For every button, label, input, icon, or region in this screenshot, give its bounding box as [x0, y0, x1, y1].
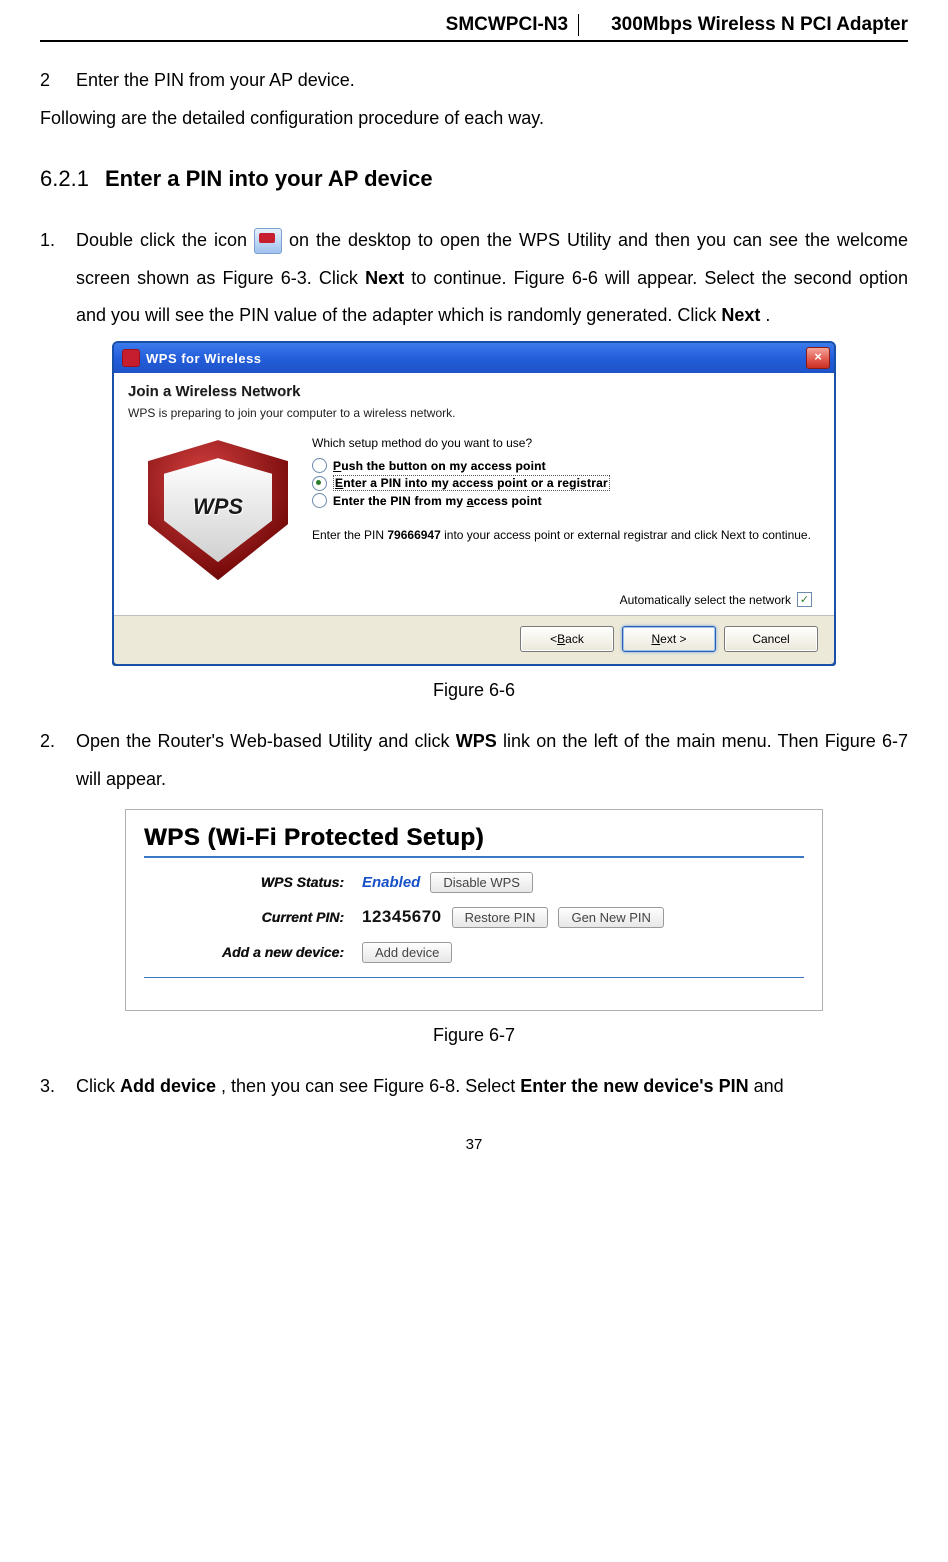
- wps-dialog: WPS for Wireless × Join a Wireless Netwo…: [112, 341, 836, 666]
- auto-select-network[interactable]: Automatically select the network ✓: [312, 592, 812, 607]
- disable-wps-button[interactable]: Disable WPS: [430, 872, 533, 893]
- step1-next1: Next: [365, 268, 404, 288]
- step-1-text: Double click the icon on the desktop to …: [76, 222, 908, 335]
- router-panel-title: WPS (Wi-Fi Protected Setup): [144, 824, 804, 852]
- dialog-button-bar: < Back Next > Cancel: [114, 616, 834, 664]
- intro-item-2-text: Enter the PIN from your AP device.: [76, 62, 908, 100]
- radio-enter-pin-into-ap[interactable]: Enter a PIN into my access point or a re…: [312, 475, 814, 491]
- step-3: 3. Click Add device , then you can see F…: [40, 1068, 908, 1106]
- gen-new-pin-button[interactable]: Gen New PIN: [558, 907, 663, 928]
- step1-frag-d: .: [765, 305, 770, 325]
- radio-from-ap-label: Enter the PIN from my access point: [333, 494, 542, 508]
- section-text: Enter a PIN into your AP device: [105, 156, 433, 202]
- dialog-app-icon: [122, 349, 140, 367]
- step-3-text: Click Add device , then you can see Figu…: [76, 1068, 908, 1106]
- radio-icon: [312, 493, 327, 508]
- step-2: 2. Open the Router's Web-based Utility a…: [40, 723, 908, 799]
- divider: [144, 977, 804, 978]
- router-wps-panel: WPS (Wi-Fi Protected Setup) WPS Status: …: [125, 809, 823, 1011]
- step3-frag-b: , then you can see Figure 6-8. Select: [221, 1076, 520, 1096]
- wps-status-label: WPS Status:: [144, 874, 362, 890]
- section-num: 6.2.1: [40, 156, 89, 202]
- figure-6-6-caption: Figure 6-6: [40, 680, 908, 701]
- wps-status-value: Enabled: [362, 874, 420, 891]
- section-title: 6.2.1 Enter a PIN into your AP device: [40, 156, 908, 202]
- current-pin-label: Current PIN:: [144, 909, 362, 925]
- cancel-button[interactable]: Cancel: [724, 626, 818, 652]
- step-1: 1. Double click the icon on the desktop …: [40, 222, 908, 335]
- checkbox-icon[interactable]: ✓: [797, 592, 812, 607]
- generated-pin: 79666947: [387, 528, 440, 542]
- close-icon[interactable]: ×: [806, 347, 830, 369]
- step1-frag-a: Double click the icon: [76, 230, 254, 250]
- step3-add: Add device: [120, 1076, 216, 1096]
- page-header: SMCWPCI-N3 300Mbps Wireless N PCI Adapte…: [40, 0, 908, 42]
- radio-push-label: Push the button on my access point: [333, 459, 546, 473]
- step3-frag-a: Click: [76, 1076, 120, 1096]
- radio-enter-pin-from-ap[interactable]: Enter the PIN from my access point: [312, 493, 814, 508]
- radio-push-button[interactable]: Push the button on my access point: [312, 458, 814, 473]
- restore-pin-button[interactable]: Restore PIN: [452, 907, 549, 928]
- wps-shield-icon: WPS: [148, 440, 288, 580]
- dialog-subheading: WPS is preparing to join your computer t…: [128, 406, 820, 420]
- wps-shield-label: WPS: [170, 494, 266, 520]
- dialog-title-text: WPS for Wireless: [146, 351, 262, 366]
- row-add-device: Add a new device: Add device: [144, 942, 804, 963]
- current-pin-value: 12345670: [362, 907, 442, 927]
- step3-enter: Enter the new device's PIN: [520, 1076, 748, 1096]
- back-button[interactable]: < Back: [520, 626, 614, 652]
- auto-select-label: Automatically select the network: [620, 593, 791, 607]
- next-button[interactable]: Next >: [622, 626, 716, 652]
- add-device-button[interactable]: Add device: [362, 942, 452, 963]
- step3-frag-c: and: [754, 1076, 784, 1096]
- header-model: SMCWPCI-N3: [446, 14, 579, 36]
- step2-frag-a: Open the Router's Web-based Utility and …: [76, 731, 456, 751]
- wps-desktop-icon: [254, 228, 282, 254]
- dialog-pin-note: Enter the PIN 79666947 into your access …: [312, 526, 814, 544]
- add-device-label: Add a new device:: [144, 944, 362, 960]
- step-2-num: 2.: [40, 723, 76, 799]
- row-wps-status: WPS Status: Enabled Disable WPS: [144, 872, 804, 893]
- intro-following: Following are the detailed configuration…: [40, 100, 908, 138]
- step-2-text: Open the Router's Web-based Utility and …: [76, 723, 908, 799]
- figure-6-7-caption: Figure 6-7: [40, 1025, 908, 1046]
- dialog-heading: Join a Wireless Network: [128, 383, 820, 400]
- header-product: 300Mbps Wireless N PCI Adapter: [611, 14, 908, 36]
- step-3-num: 3.: [40, 1068, 76, 1106]
- step2-wps: WPS: [456, 731, 497, 751]
- radio-enter-pin-label: Enter a PIN into my access point or a re…: [333, 475, 610, 491]
- step-1-num: 1.: [40, 222, 76, 335]
- step1-next2: Next: [721, 305, 760, 325]
- divider: [144, 856, 804, 858]
- dialog-titlebar[interactable]: WPS for Wireless ×: [114, 343, 834, 373]
- radio-icon: [312, 476, 327, 491]
- row-current-pin: Current PIN: 12345670 Restore PIN Gen Ne…: [144, 907, 804, 928]
- intro-item-2: 2 Enter the PIN from your AP device.: [40, 62, 908, 100]
- dialog-question: Which setup method do you want to use?: [312, 436, 814, 450]
- page-number: 37: [40, 1136, 908, 1173]
- radio-icon: [312, 458, 327, 473]
- intro-item-2-num: 2: [40, 62, 76, 100]
